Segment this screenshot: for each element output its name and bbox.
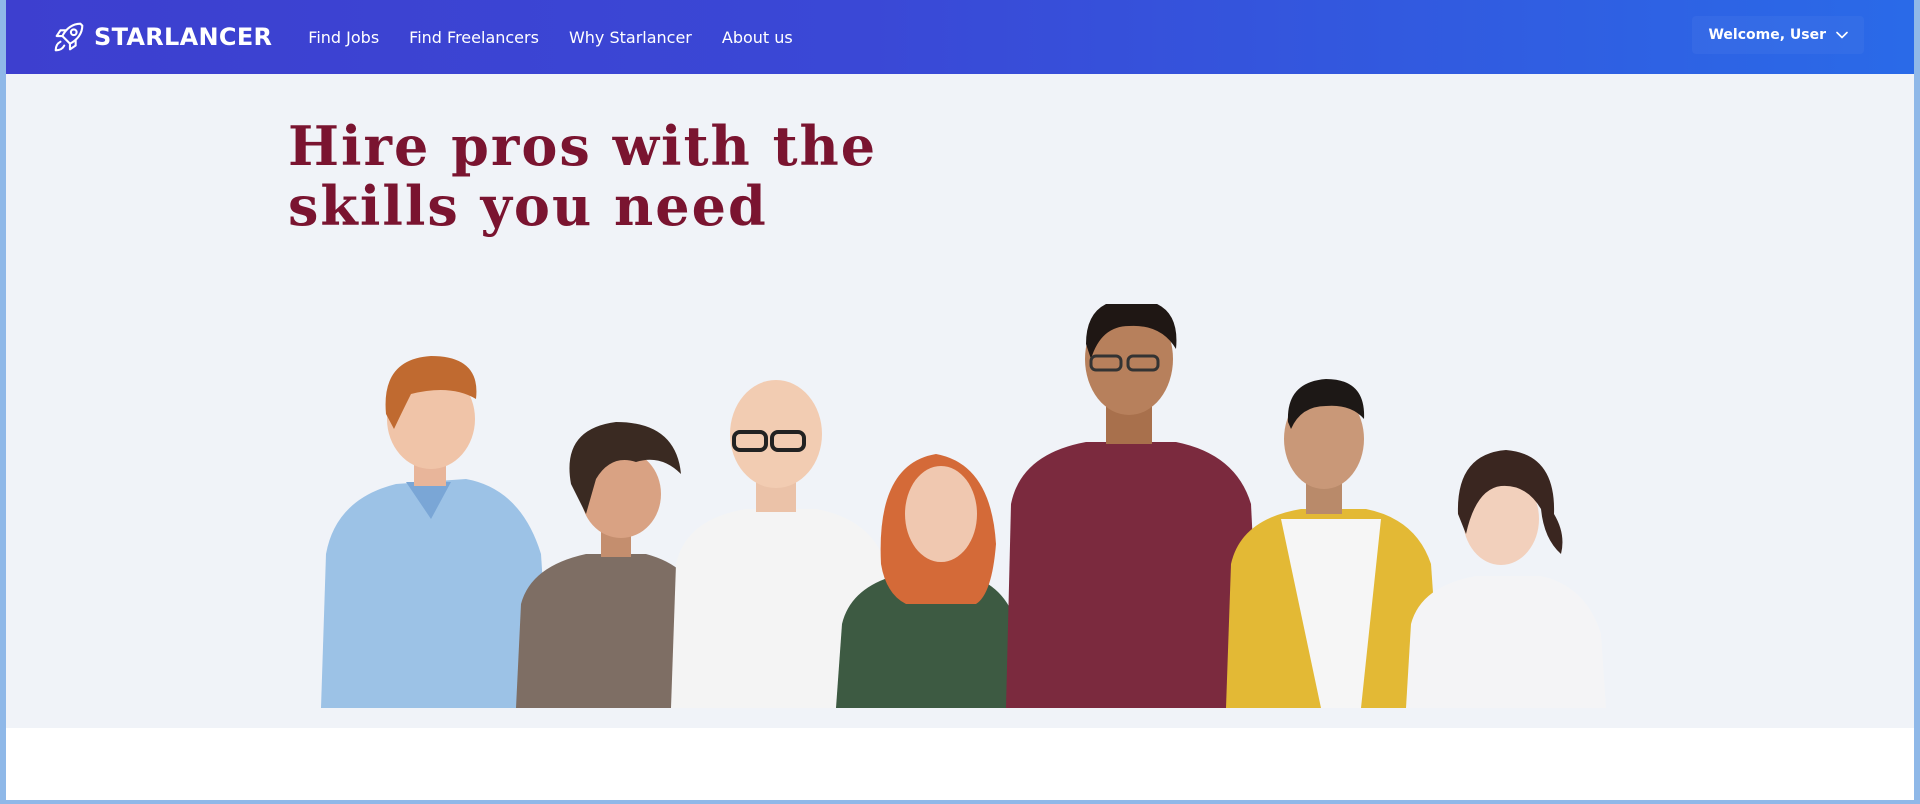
main-nav: Find Jobs Find Freelancers Why Starlance… — [308, 28, 822, 47]
nav-link-about-us[interactable]: About us — [722, 28, 793, 47]
hero-section: Hire pros with the skills you need — [6, 74, 1914, 728]
nav-link-find-freelancers[interactable]: Find Freelancers — [409, 28, 539, 47]
person-6 — [1226, 379, 1441, 708]
nav-link-find-jobs[interactable]: Find Jobs — [308, 28, 379, 47]
top-navbar: STARLANCER Find Jobs Find Freelancers Wh… — [6, 0, 1914, 74]
person-1 — [321, 356, 551, 708]
group-of-professionals-image — [321, 304, 1606, 708]
nav-link-why-starlancer[interactable]: Why Starlancer — [569, 28, 692, 47]
brand-name: STARLANCER — [94, 23, 273, 51]
user-menu-button[interactable]: Welcome, User — [1692, 16, 1864, 54]
person-7 — [1406, 450, 1606, 708]
chevron-down-icon — [1836, 31, 1848, 39]
user-menu-label: Welcome, User — [1708, 27, 1826, 43]
brand-logo-link[interactable]: STARLANCER — [50, 18, 272, 56]
hero-headline-line1: Hire pros with the — [288, 114, 878, 178]
person-5 — [1006, 304, 1261, 708]
hero-headline-line2: skills you need — [288, 174, 768, 238]
rocket-icon — [54, 22, 84, 52]
hero-headline: Hire pros with the skills you need — [288, 116, 877, 236]
page-frame: STARLANCER Find Jobs Find Freelancers Wh… — [6, 0, 1914, 800]
